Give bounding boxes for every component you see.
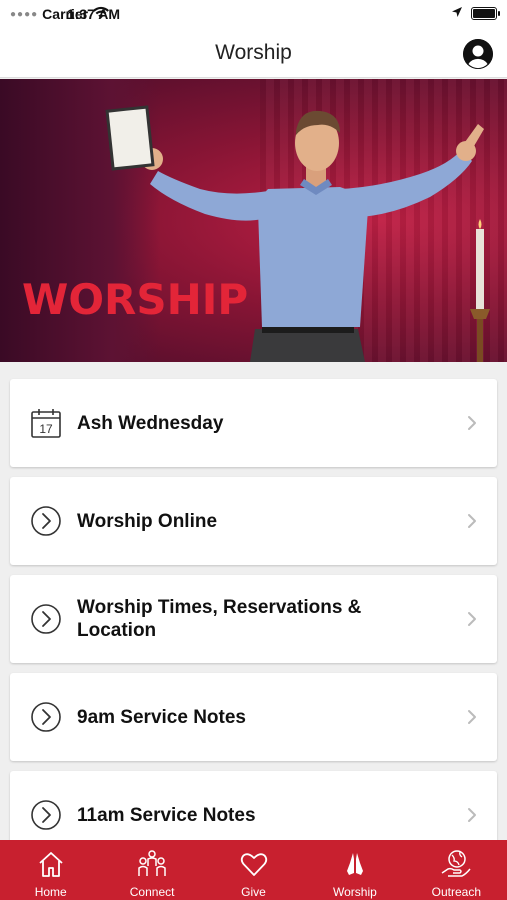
tab-label: Outreach bbox=[431, 885, 481, 899]
list-item-9am-service-notes[interactable]: 9am Service Notes bbox=[10, 673, 497, 761]
list-item-label: 9am Service Notes bbox=[77, 706, 246, 728]
play-circle-icon bbox=[30, 701, 62, 733]
calendar-date: 17 bbox=[39, 422, 53, 436]
tab-give[interactable]: Give bbox=[203, 840, 304, 900]
chevron-right-icon bbox=[468, 710, 476, 724]
people-icon bbox=[136, 848, 168, 880]
chevron-right-icon bbox=[468, 514, 476, 528]
list-item-label: Worship Times, Reservations & Location bbox=[77, 597, 362, 641]
list-item-worship-online[interactable]: Worship Online bbox=[10, 477, 497, 565]
globe-hand-icon bbox=[440, 848, 472, 880]
profile-button[interactable] bbox=[463, 39, 493, 69]
battery-icon bbox=[471, 6, 500, 20]
tab-label: Worship bbox=[333, 885, 377, 899]
list-item-label: 11am Service Notes bbox=[77, 804, 256, 826]
tab-worship[interactable]: Worship bbox=[304, 840, 405, 900]
play-circle-icon bbox=[30, 505, 62, 537]
praying-hands-icon bbox=[339, 848, 371, 880]
list-item-worship-times[interactable]: Worship Times, Reservations & Location bbox=[10, 575, 497, 663]
chevron-right-icon bbox=[468, 808, 476, 822]
calendar-icon: 17 bbox=[30, 407, 62, 439]
heart-icon bbox=[238, 848, 270, 880]
hero-headline: WORSHIP bbox=[22, 275, 249, 324]
page-title: Worship bbox=[215, 40, 292, 64]
bottom-tab-bar: Home Connect Give Worship Outreach bbox=[0, 840, 507, 900]
home-icon bbox=[35, 848, 67, 880]
list-item-label: Ash Wednesday bbox=[77, 412, 224, 434]
hero-banner: WORSHIP bbox=[0, 79, 507, 362]
tab-label: Home bbox=[34, 885, 67, 899]
user-avatar-icon bbox=[463, 39, 493, 69]
status-bar: ●●●● Carrier 1:37 AM bbox=[0, 0, 507, 28]
play-circle-icon bbox=[30, 603, 62, 635]
navigation-bar: Worship bbox=[0, 28, 507, 78]
status-right bbox=[451, 5, 500, 21]
tab-label: Connect bbox=[129, 885, 175, 899]
chevron-right-icon bbox=[468, 612, 476, 626]
location-arrow-icon bbox=[451, 5, 463, 21]
tab-outreach[interactable]: Outreach bbox=[406, 840, 507, 900]
tab-connect[interactable]: Connect bbox=[101, 840, 202, 900]
chevron-right-icon bbox=[468, 416, 476, 430]
play-circle-icon bbox=[30, 799, 62, 831]
list-item-ash-wednesday[interactable]: 17 Ash Wednesday bbox=[10, 379, 497, 467]
status-time: 1:37 AM bbox=[66, 6, 121, 22]
list-item-label: Worship Online bbox=[77, 510, 218, 532]
tab-label: Give bbox=[241, 885, 266, 899]
tab-home[interactable]: Home bbox=[0, 840, 101, 900]
